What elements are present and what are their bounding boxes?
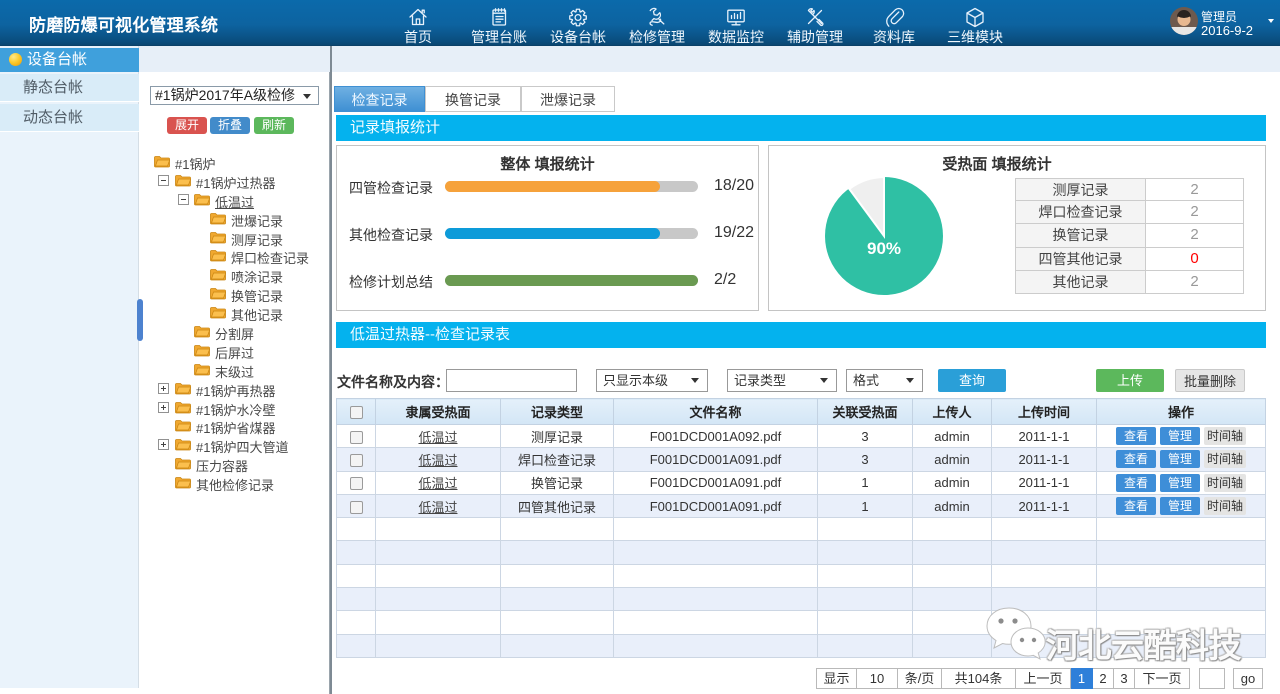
svg-text:90%: 90% bbox=[867, 239, 901, 258]
